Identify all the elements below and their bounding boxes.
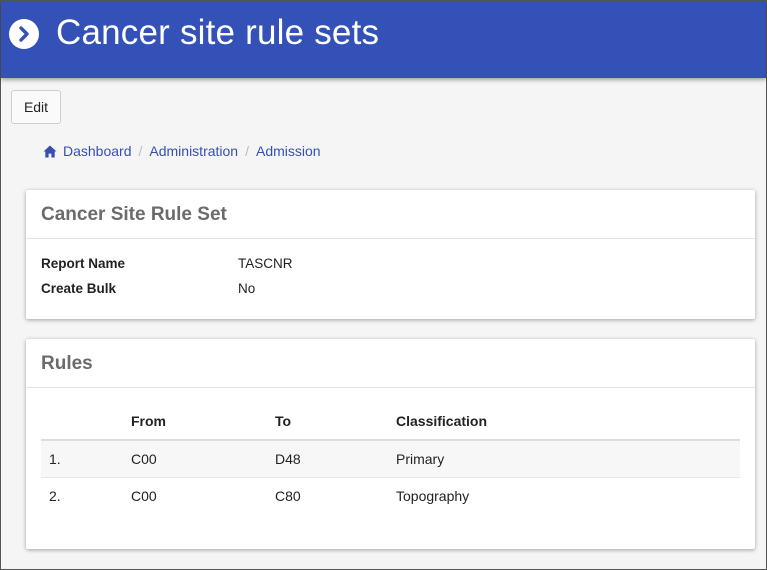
- row-to: C80: [275, 487, 301, 504]
- row-index: 2.: [49, 487, 61, 504]
- row-classification: Topography: [396, 487, 470, 504]
- table-row[interactable]: 2. C00 C80 Topography: [41, 477, 740, 514]
- chevron-right-circle-icon[interactable]: [9, 19, 39, 49]
- column-header-index: [41, 403, 123, 441]
- row-index: 1.: [41, 440, 123, 478]
- table-header-row: From To Classification: [41, 403, 740, 441]
- create-bulk-value: No: [238, 281, 256, 296]
- row-from: C00: [131, 487, 157, 504]
- report-name-label: Report Name: [41, 256, 126, 271]
- row-classification: Primary: [388, 440, 740, 478]
- page-header: Cancer site rule sets: [1, 1, 766, 78]
- column-header-from: From: [123, 403, 267, 441]
- home-icon: [43, 145, 57, 157]
- rules-table: From To Classification 1. C00 D48 Primar…: [41, 403, 740, 514]
- breadcrumb-separator: /: [245, 143, 249, 159]
- breadcrumb-separator: /: [138, 143, 143, 159]
- column-header-classification: Classification: [388, 403, 740, 441]
- rule-set-card: Cancer Site Rule Set Report Name TASCNR …: [26, 190, 755, 319]
- breadcrumb: Dashboard / Administration / Admission: [43, 143, 321, 159]
- create-bulk-label: Create Bulk: [41, 281, 117, 296]
- rule-set-card-title: Cancer Site Rule Set: [26, 190, 755, 239]
- column-header-to: To: [267, 403, 388, 441]
- breadcrumb-admission[interactable]: Admission: [256, 143, 321, 159]
- rules-card: Rules From To Classification 1. C00 D48 …: [26, 339, 755, 549]
- page-title: Cancer site rule sets: [56, 13, 380, 52]
- rules-card-title: Rules: [26, 339, 755, 388]
- edit-button[interactable]: Edit: [11, 90, 61, 124]
- row-to: D48: [267, 440, 388, 478]
- breadcrumb-administration[interactable]: Administration: [149, 143, 238, 159]
- breadcrumb-dashboard[interactable]: Dashboard: [63, 143, 132, 159]
- row-from: C00: [123, 440, 267, 478]
- report-name-value: TASCNR: [238, 256, 293, 271]
- table-row[interactable]: 1. C00 D48 Primary: [41, 440, 740, 478]
